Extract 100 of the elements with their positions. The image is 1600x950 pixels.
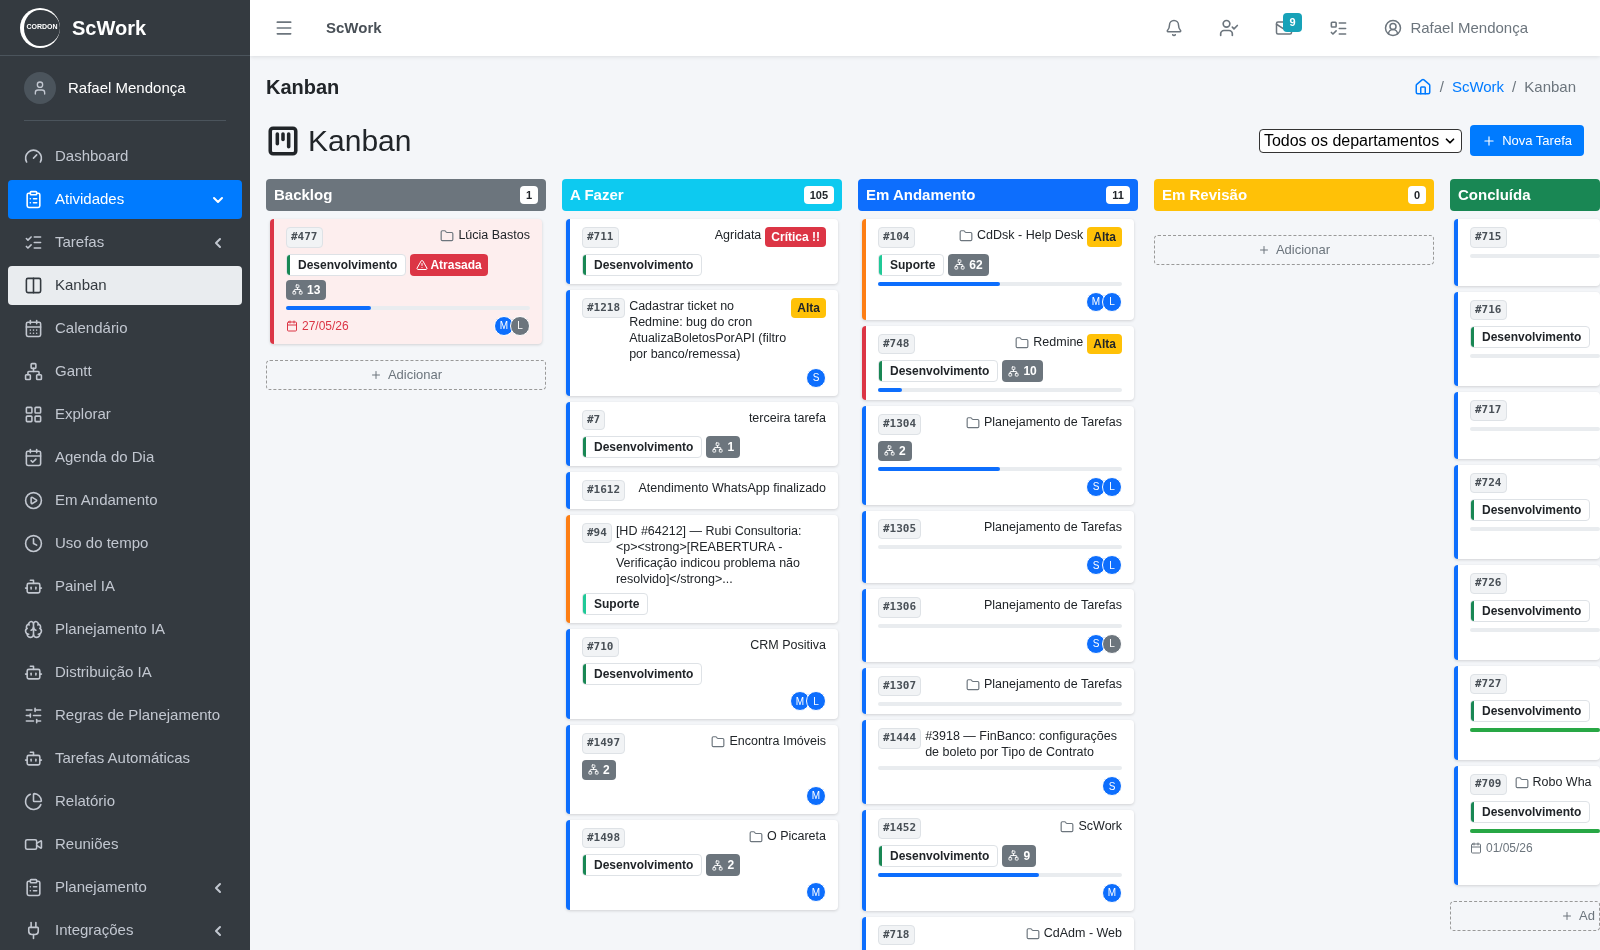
sidebar-item[interactable]: Relatório bbox=[8, 782, 242, 821]
subtask-badge: 1 bbox=[706, 436, 741, 458]
sidebar-item[interactable]: Planejamento IA bbox=[8, 610, 242, 649]
task-card[interactable]: #717 bbox=[1454, 392, 1600, 459]
task-id: #715 bbox=[1470, 227, 1507, 248]
sidebar-item[interactable]: Regras de Planejamento bbox=[8, 696, 242, 735]
column-count: 11 bbox=[1106, 185, 1130, 205]
avatar: L bbox=[1102, 633, 1122, 654]
task-card[interactable]: #1497 Encontra Imóveis 2 M bbox=[566, 725, 838, 814]
task-title: Planejamento de Tarefas bbox=[983, 597, 1122, 613]
task-card[interactable]: #1218 Cadastrar ticket no Redmine: bug do cron AtualizaBoletosPorAPI (filtro por banco/remessa) Alta S bbox=[566, 289, 838, 396]
task-card[interactable]: #1452 ScWork Desenvolvimento 9 M bbox=[862, 810, 1134, 911]
task-id: #1498 bbox=[582, 827, 626, 848]
task-title: Robo Wha bbox=[1532, 774, 1592, 790]
column-title: Em Andamento bbox=[866, 184, 976, 205]
new-task-button[interactable]: Nova Tarefa bbox=[1470, 125, 1584, 156]
avatar: L bbox=[806, 691, 826, 711]
task-card[interactable]: #1306 Planejamento de Tarefas S L bbox=[862, 589, 1134, 662]
task-title: [HD #64212] — Rubi Consultoria: <p><strong>[REABERTURA - Verificação indicou problema não resolvido]</strong>... bbox=[615, 522, 803, 587]
sidebar-item[interactable]: Em Andamento bbox=[8, 481, 242, 520]
sidebar-item[interactable]: Uso do tempo bbox=[8, 524, 242, 563]
task-id: #718 bbox=[878, 924, 915, 945]
subtask-badge: 10 bbox=[1002, 360, 1043, 382]
sidebar-item[interactable]: Integrações bbox=[8, 911, 242, 950]
task-id: #1218 bbox=[582, 297, 626, 318]
department-select[interactable]: Todos os departamentos bbox=[1258, 128, 1463, 153]
task-card[interactable]: #1444 #3918 — FinBanco: configurações de boleto por Tipo de Contrato S bbox=[862, 720, 1134, 804]
task-card[interactable]: #727 Desenvolvimento bbox=[1454, 665, 1600, 760]
sidebar-item[interactable]: Tarefas bbox=[8, 223, 242, 262]
task-card[interactable]: #1612 Atendimento WhatsApp finalizado bbox=[566, 472, 838, 509]
sidebar-item[interactable]: Tarefas Automáticas bbox=[8, 739, 242, 778]
task-title: Encontra Imóveis bbox=[729, 733, 826, 749]
column-count: 105 bbox=[803, 185, 834, 205]
task-id: #1305 bbox=[878, 518, 922, 539]
task-card[interactable]: #709 Robo Wha Desenvolvimento 01/05/26 bbox=[1454, 766, 1600, 885]
task-card[interactable]: #726 Desenvolvimento bbox=[1454, 565, 1600, 660]
task-card[interactable]: #477 Lúcia Bastos Desenvolvimento Atrasada 13 27/05/26 M L bbox=[270, 219, 542, 344]
avatar: L bbox=[510, 315, 530, 336]
avatar: S bbox=[1086, 633, 1106, 654]
task-card[interactable]: #1304 Planejamento de Tarefas 2 S L bbox=[862, 406, 1134, 505]
sidebar-item[interactable]: Distribuição IA bbox=[8, 653, 242, 692]
user-icon bbox=[1384, 19, 1403, 37]
notifications-icon[interactable] bbox=[1165, 19, 1184, 37]
task-id: #1304 bbox=[878, 414, 922, 435]
column-title: Em Revisão bbox=[1162, 184, 1248, 205]
subtask-badge: 2 bbox=[878, 440, 912, 461]
sidebar-item[interactable]: Kanban bbox=[8, 266, 242, 305]
task-id: #727 bbox=[1470, 673, 1507, 694]
task-id: #1612 bbox=[582, 480, 626, 501]
subtask-badge: 62 bbox=[948, 253, 989, 276]
task-title: CdAdm - Web bbox=[1043, 924, 1122, 941]
breadcrumb-separator: / bbox=[1512, 76, 1517, 97]
sidebar-user-name[interactable]: Rafael Mendonça bbox=[68, 76, 186, 100]
task-card[interactable]: #1307 Planejamento de Tarefas bbox=[862, 667, 1134, 714]
task-card[interactable]: #718 CdAdm - Web bbox=[862, 916, 1134, 950]
task-card[interactable]: #1305 Planejamento de Tarefas S L bbox=[862, 510, 1134, 583]
add-card-button[interactable]: Ad bbox=[1450, 900, 1600, 931]
task-card[interactable]: #715 bbox=[1454, 219, 1600, 286]
column-count: 1 bbox=[519, 185, 538, 205]
task-id: #104 bbox=[878, 227, 915, 248]
sidebar-item[interactable]: Planejamento bbox=[8, 868, 242, 907]
home-icon[interactable] bbox=[1413, 78, 1432, 96]
task-id: #1497 bbox=[582, 733, 626, 754]
task-card[interactable]: #7 terceira tarefa Desenvolvimento 1 bbox=[566, 401, 838, 466]
task-card[interactable]: #724 Desenvolvimento bbox=[1454, 464, 1600, 559]
task-card[interactable]: #748 Redmine Alta Desenvolvimento 10 bbox=[862, 325, 1134, 400]
sidebar-item[interactable]: Gantt bbox=[8, 352, 242, 391]
sidebar-item[interactable]: Calendário bbox=[8, 309, 242, 348]
task-card[interactable]: #711 Agridata Crítica !! Desenvolvimento bbox=[566, 219, 838, 284]
sidebar-item[interactable]: Atividades bbox=[8, 180, 242, 219]
task-card[interactable]: #104 CdDsk - Help Desk Alta Suporte 62 M L bbox=[862, 219, 1134, 320]
task-card[interactable]: #1498 O Picareta Desenvolvimento 2 M bbox=[566, 819, 838, 910]
sidebar-item[interactable]: Reuniões bbox=[8, 825, 242, 864]
avatar: S bbox=[1086, 476, 1106, 497]
task-id: #1452 bbox=[878, 818, 922, 839]
sidebar-item[interactable]: Dashboard bbox=[8, 137, 242, 176]
sidebar-item[interactable]: Explorar bbox=[8, 395, 242, 434]
page-heading: Kanban bbox=[266, 75, 340, 100]
task-id: #711 bbox=[582, 227, 619, 248]
sidebar-item[interactable]: Agenda do Dia bbox=[8, 438, 242, 477]
avatar: M bbox=[494, 315, 514, 336]
breadcrumb-separator: / bbox=[1439, 76, 1444, 97]
task-id: #709 bbox=[1470, 774, 1507, 795]
task-list-icon[interactable] bbox=[1329, 18, 1349, 38]
task-id: #716 bbox=[1470, 299, 1507, 320]
navbar-user-name[interactable]: Rafael Mendonça bbox=[1410, 16, 1528, 40]
task-card[interactable]: #94 [HD #64212] — Rubi Consultoria: <p><strong>[REABERTURA - Verificação indicou problema não resolvido]</strong>... Suporte bbox=[566, 514, 838, 623]
overdue-badge: Atrasada bbox=[410, 253, 488, 276]
avatar: M bbox=[790, 691, 810, 711]
navbar-title[interactable]: ScWork bbox=[326, 16, 382, 40]
add-card-button[interactable]: Adicionar bbox=[266, 359, 546, 390]
breadcrumb-link[interactable]: ScWork bbox=[1451, 75, 1505, 99]
task-card[interactable]: #710 CRM Positiva Desenvolvimento M L bbox=[566, 628, 838, 719]
add-card-button[interactable]: Adicionar bbox=[1154, 235, 1434, 265]
breadcrumb-current: Kanban bbox=[1524, 76, 1576, 97]
kanban-icon bbox=[266, 123, 300, 158]
task-card[interactable]: #716 Desenvolvimento bbox=[1454, 291, 1600, 386]
page-title: Kanban bbox=[308, 123, 412, 159]
sidebar-item[interactable]: Painel IA bbox=[8, 567, 242, 606]
user-avatar bbox=[24, 72, 56, 104]
